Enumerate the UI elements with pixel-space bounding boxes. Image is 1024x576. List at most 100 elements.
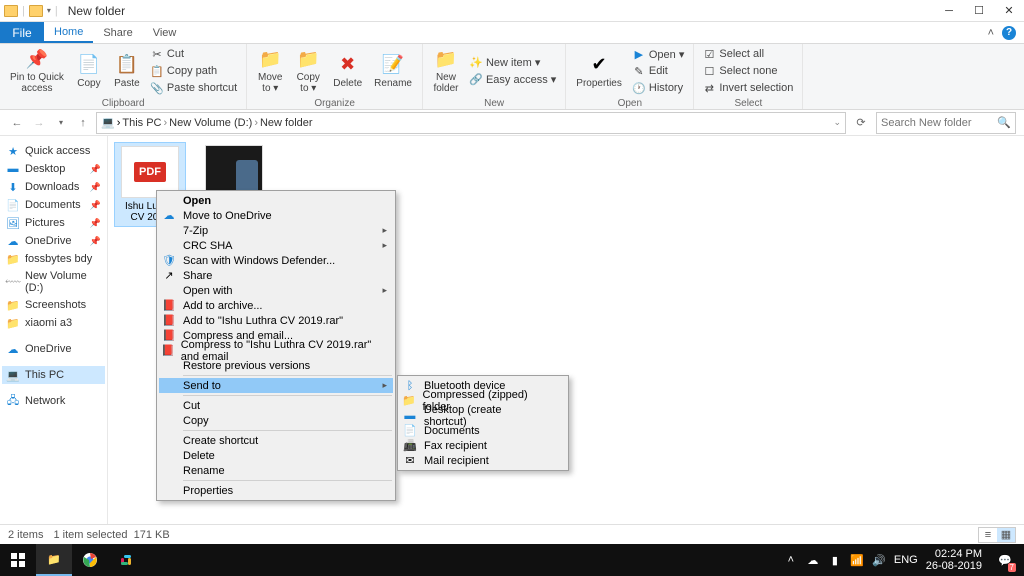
- nav-desktop[interactable]: ▬Desktop📌: [2, 160, 105, 178]
- task-explorer[interactable]: 📁: [36, 544, 72, 576]
- easy-access-button[interactable]: 🔗Easy access ▾: [467, 72, 559, 88]
- ctx-copy[interactable]: Copy: [159, 413, 393, 428]
- chevron-right-icon: ▸: [382, 240, 387, 251]
- select-none-button[interactable]: ☐Select none: [700, 63, 796, 79]
- cut-button[interactable]: ✂Cut: [148, 46, 240, 62]
- start-button[interactable]: [0, 544, 36, 576]
- tray-chevron-icon[interactable]: ˄: [784, 553, 798, 567]
- copy-path-button[interactable]: 📋Copy path: [148, 63, 240, 79]
- tray-onedrive-icon[interactable]: ☁: [806, 553, 820, 567]
- move-to-button[interactable]: 📁Move to ▾: [253, 46, 287, 96]
- copy-button[interactable]: 📄Copy: [72, 52, 106, 91]
- tab-view[interactable]: View: [143, 22, 187, 43]
- open-button[interactable]: ▶Open ▾: [630, 46, 688, 62]
- tray-wifi-icon[interactable]: 📶: [850, 553, 864, 567]
- icons-view-button[interactable]: ▦: [997, 528, 1015, 542]
- status-bar: 2 items 1 item selected 171 KB ≡ ▦: [0, 524, 1024, 544]
- sendto-fax[interactable]: 📠Fax recipient: [400, 438, 566, 453]
- new-item-button[interactable]: ✨New item ▾: [467, 55, 559, 71]
- nav-screenshots[interactable]: 📁Screenshots: [2, 296, 105, 314]
- tray-notifications[interactable]: 💬7: [990, 544, 1020, 576]
- nav-this-pc[interactable]: 💻This PC: [2, 366, 105, 384]
- sendto-mail[interactable]: ✉Mail recipient: [400, 453, 566, 468]
- refresh-button[interactable]: ⟳: [850, 112, 872, 134]
- ctx-open-with[interactable]: Open with▸: [159, 283, 393, 298]
- nav-volume-d[interactable]: ⬳New Volume (D:): [2, 268, 105, 296]
- mail-icon: ✉: [402, 454, 418, 468]
- ctx-compress-to[interactable]: 📕Compress to "Ishu Luthra CV 2019.rar" a…: [159, 343, 393, 358]
- breadcrumb-dropdown[interactable]: ⌄: [833, 117, 841, 128]
- breadcrumb[interactable]: 💻 › This PC› New Volume (D:)› New folder…: [96, 112, 846, 134]
- onedrive-icon: ☁: [161, 209, 177, 223]
- crumb-volume[interactable]: New Volume (D:)›: [169, 117, 258, 129]
- tray-clock[interactable]: 02:24 PM26-08-2019: [926, 548, 982, 572]
- help-icon[interactable]: ?: [1002, 26, 1016, 40]
- search-input[interactable]: [881, 117, 981, 129]
- task-chrome[interactable]: [72, 544, 108, 576]
- history-button[interactable]: 🕐History: [630, 80, 688, 96]
- qat-dropdown[interactable]: ▾: [47, 6, 51, 15]
- search-box[interactable]: 🔍: [876, 112, 1016, 134]
- ctx-create-shortcut[interactable]: Create shortcut: [159, 433, 393, 448]
- rename-button[interactable]: 📝Rename: [370, 52, 416, 91]
- ctx-restore[interactable]: Restore previous versions: [159, 358, 393, 373]
- ctx-open[interactable]: Open: [159, 193, 393, 208]
- tray-battery-icon[interactable]: ▮: [828, 553, 842, 567]
- invert-selection-button[interactable]: ⇄Invert selection: [700, 80, 796, 96]
- ctx-delete[interactable]: Delete: [159, 448, 393, 463]
- ctx-cut[interactable]: Cut: [159, 398, 393, 413]
- nav-onedrive[interactable]: ☁OneDrive: [2, 340, 105, 358]
- new-folder-button[interactable]: 📁New folder: [429, 46, 463, 96]
- tab-file[interactable]: File: [0, 22, 44, 43]
- crumb-folder[interactable]: New folder: [260, 117, 313, 129]
- ctx-add-archive[interactable]: 📕Add to archive...: [159, 298, 393, 313]
- pin-quick-access-button[interactable]: 📌Pin to Quick access: [6, 46, 68, 96]
- nav-onedrive-pin[interactable]: ☁OneDrive📌: [2, 232, 105, 250]
- tray-language[interactable]: ENG: [894, 554, 918, 566]
- ctx-properties[interactable]: Properties: [159, 483, 393, 498]
- crumb-thispc[interactable]: This PC›: [122, 117, 167, 129]
- paste-shortcut-button[interactable]: 📎Paste shortcut: [148, 80, 240, 96]
- navigation-pane: ★Quick access ▬Desktop📌 ⬇Downloads📌 📄Doc…: [0, 136, 108, 554]
- ctx-7zip[interactable]: 7-Zip▸: [159, 223, 393, 238]
- sendto-desktop[interactable]: ▬Desktop (create shortcut): [400, 408, 566, 423]
- ctx-defender[interactable]: 🛡Scan with Windows Defender...: [159, 253, 393, 268]
- desktop-icon: ▬: [402, 409, 418, 423]
- copy-to-button[interactable]: 📁Copy to ▾: [291, 46, 325, 96]
- ctx-crc[interactable]: CRC SHA▸: [159, 238, 393, 253]
- separator: [183, 395, 392, 396]
- ctx-share[interactable]: ↗Share: [159, 268, 393, 283]
- recent-dropdown[interactable]: ▾: [52, 114, 70, 132]
- ctx-move-onedrive[interactable]: ☁Move to OneDrive: [159, 208, 393, 223]
- details-view-button[interactable]: ≡: [979, 528, 997, 542]
- ctx-add-rar[interactable]: 📕Add to "Ishu Luthra CV 2019.rar": [159, 313, 393, 328]
- copyto-icon: 📁: [297, 48, 319, 70]
- maximize-button[interactable]: ☐: [964, 0, 994, 22]
- paste-button[interactable]: 📋Paste: [110, 52, 144, 91]
- close-button[interactable]: ✕: [994, 0, 1024, 22]
- nav-network[interactable]: 🖧Network: [2, 392, 105, 410]
- sendto-documents[interactable]: 📄Documents: [400, 423, 566, 438]
- nav-xiaomi[interactable]: 📁xiaomi a3: [2, 314, 105, 332]
- tab-home[interactable]: Home: [44, 22, 93, 43]
- task-slack[interactable]: [108, 544, 144, 576]
- nav-documents[interactable]: 📄Documents📌: [2, 196, 105, 214]
- ribbon-collapse-icon[interactable]: ˄: [988, 27, 994, 39]
- tray-volume-icon[interactable]: 🔊: [872, 553, 886, 567]
- documents-icon: 📄: [402, 424, 418, 438]
- nav-fossbytes[interactable]: 📁fossbytes bdy: [2, 250, 105, 268]
- minimize-button[interactable]: ─: [934, 0, 964, 22]
- ctx-rename[interactable]: Rename: [159, 463, 393, 478]
- properties-button[interactable]: ✔Properties: [572, 52, 626, 91]
- nav-quick-access[interactable]: ★Quick access: [2, 142, 105, 160]
- delete-button[interactable]: ✖Delete: [329, 52, 366, 91]
- select-all-button[interactable]: ☑Select all: [700, 46, 796, 62]
- back-button[interactable]: ←: [8, 114, 26, 132]
- nav-pictures[interactable]: 🖼Pictures📌: [2, 214, 105, 232]
- tab-share[interactable]: Share: [93, 22, 142, 43]
- forward-button[interactable]: →: [30, 114, 48, 132]
- ctx-send-to[interactable]: Send to▸: [159, 378, 393, 393]
- edit-button[interactable]: ✎Edit: [630, 63, 688, 79]
- nav-downloads[interactable]: ⬇Downloads📌: [2, 178, 105, 196]
- up-button[interactable]: ↑: [74, 114, 92, 132]
